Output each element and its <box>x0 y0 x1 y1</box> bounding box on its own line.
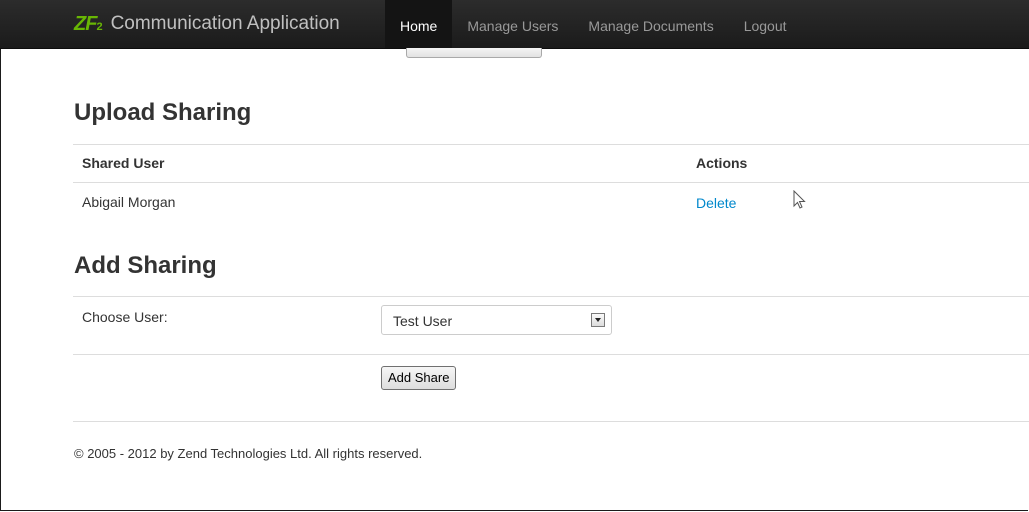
zf2-logo-icon: ZF2 <box>74 12 103 35</box>
column-header-actions: Actions <box>696 155 748 171</box>
upload-sharing-heading: Upload Sharing <box>74 99 252 126</box>
brand-link[interactable]: ZF2 Communication Application <box>74 10 340 38</box>
add-sharing-heading: Add Sharing <box>74 252 217 279</box>
footer-rule <box>73 421 1029 422</box>
choose-user-select[interactable]: Test User <box>381 305 612 335</box>
nav-manage-users[interactable]: Manage Users <box>452 0 573 48</box>
add-share-button[interactable]: Add Share <box>381 366 457 390</box>
nav-home[interactable]: Home <box>385 0 453 48</box>
chevron-down-icon[interactable] <box>591 313 605 327</box>
selected-user-value: Test User <box>393 313 453 329</box>
shared-user-name: Abigail Morgan <box>82 194 176 210</box>
footer-copyright: © 2005 - 2012 by Zend Technologies Ltd. … <box>74 446 423 461</box>
top-navbar: ZF2 Communication Application Home Manag… <box>0 0 1029 49</box>
brand-title: Communication Application <box>110 13 340 34</box>
main-nav: Home Manage Users Manage Documents Logou… <box>385 0 802 48</box>
delete-share-link[interactable]: Delete <box>696 195 736 211</box>
form-top-rule <box>73 296 1029 297</box>
column-header-shared-user: Shared User <box>82 155 165 171</box>
mouse-pointer-icon <box>793 190 806 209</box>
nav-logout[interactable]: Logout <box>729 0 802 48</box>
nav-manage-documents[interactable]: Manage Documents <box>573 0 728 48</box>
choose-user-label: Choose User: <box>82 309 168 325</box>
partially-hidden-button[interactable] <box>406 48 542 58</box>
form-middle-rule <box>73 354 1029 355</box>
table-header-rule <box>73 182 1029 183</box>
table-top-rule <box>73 144 1029 145</box>
